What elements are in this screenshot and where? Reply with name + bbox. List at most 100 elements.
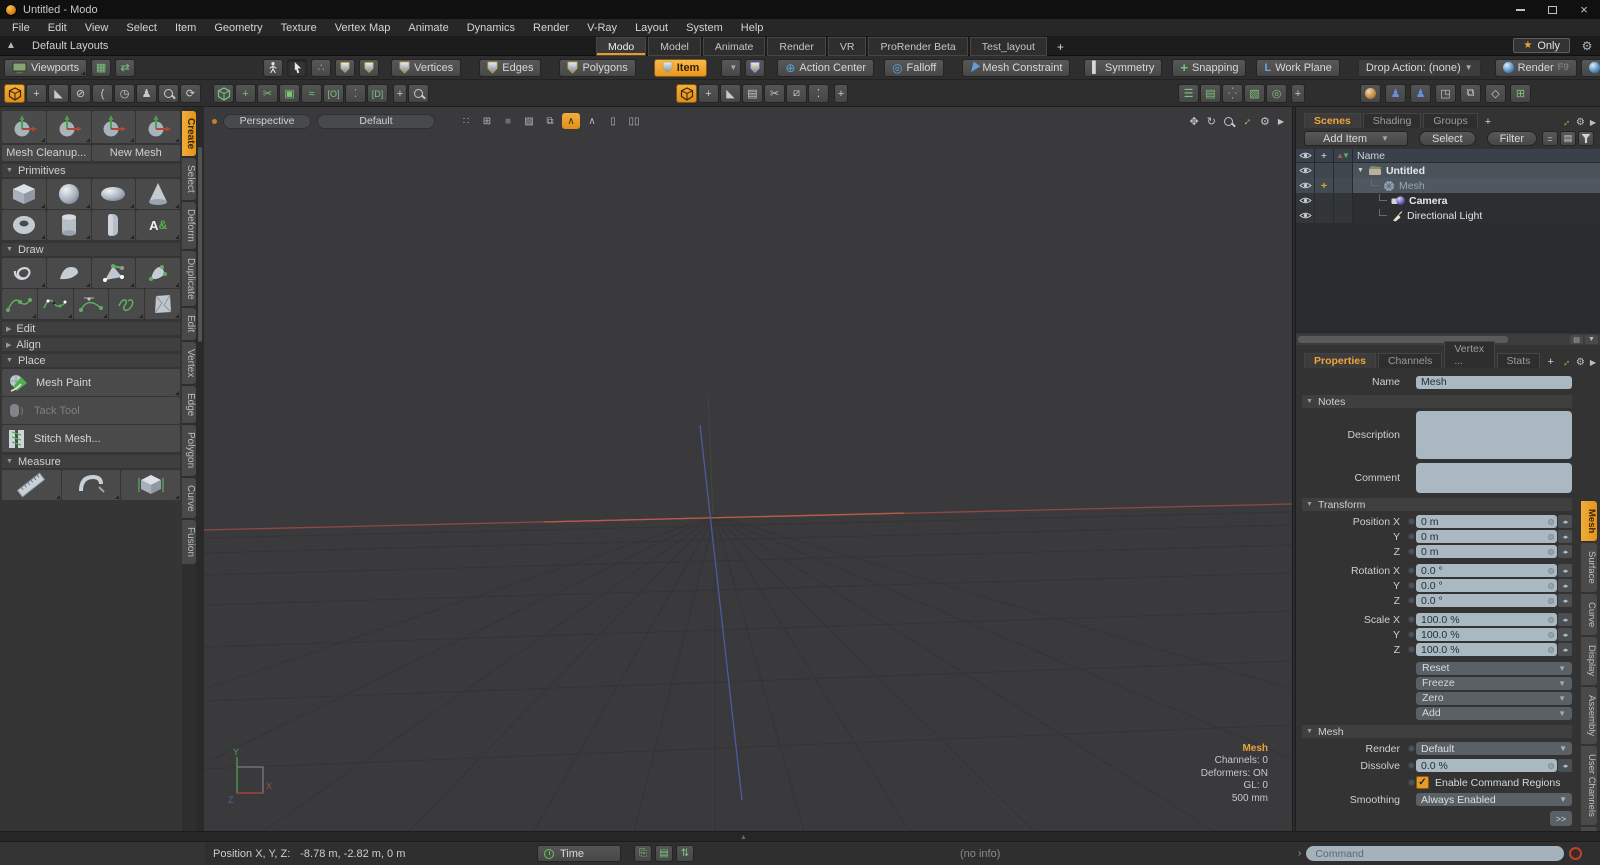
diamond-button[interactable]: ◇ [1485,84,1506,103]
select-child-button[interactable]: ∴ [311,59,331,77]
position-x-field[interactable]: 0 m [1416,515,1557,528]
layout-tab-test-layout[interactable]: Test_layout [970,37,1047,56]
collapse-up-icon[interactable]: ▲ [6,40,16,51]
item-name[interactable]: Directional Light [1407,210,1482,222]
stamp-tool-button[interactable]: ♟ [136,84,157,103]
maximize-button[interactable] [1536,0,1568,19]
vertices-mode-button[interactable]: Vertices [391,59,461,77]
cut-tool-button[interactable]: ✂ [257,84,278,103]
more-options-button[interactable]: >> [1550,811,1572,826]
spiral-tool-button[interactable] [2,258,46,288]
add-tool-button[interactable]: + [393,84,407,103]
channel-dot[interactable] [1408,762,1415,769]
timeline-collapse-strip[interactable]: ▲ [0,831,1600,841]
rotate-gizmo-button[interactable] [92,111,136,143]
tool-search-button[interactable] [408,84,429,103]
edges-mode-button[interactable]: Edges [479,59,541,77]
gl-move-button[interactable]: + [698,84,719,103]
name-field[interactable]: Mesh [1416,376,1572,389]
sketch-tool-button[interactable] [38,289,73,319]
sidebar-tab-polygon[interactable]: Polygon [182,425,196,475]
dissolve-stepper[interactable]: ◂▸ [1558,759,1572,772]
rotate-tool-button[interactable]: ⊘ [70,84,91,103]
paint-sphere-button[interactable] [1360,84,1381,103]
item-row-directional-light[interactable]: Directional Light [1296,208,1600,223]
snapping-button[interactable]: + Snapping [1172,59,1246,77]
panel-menu-arrow-icon[interactable]: ▶ [1590,118,1596,127]
side-tab-curve[interactable]: Curve [1581,594,1597,635]
shield-mode-button-1[interactable] [335,59,355,77]
double-cylinder-icon[interactable]: ▯▯ [625,113,643,129]
polygon-pen-tool-button[interactable] [92,258,136,288]
command-input[interactable]: Command [1306,846,1564,861]
layout-tab-modo[interactable]: Modo [596,37,646,56]
bezier-tool-button[interactable] [74,289,109,319]
transform-tool-button[interactable]: ◣ [48,84,69,103]
list-style-button[interactable]: ▤ [1570,335,1583,344]
cube-tool-button[interactable] [213,84,234,103]
curve-falloff-button[interactable]: ≈ [301,84,322,103]
position-x-stepper[interactable]: ◂▸ [1558,515,1572,528]
gl-corner-button[interactable]: ◣ [720,84,741,103]
time-button[interactable]: Time [537,845,621,862]
falloff-button[interactable]: ◎ Falloff [884,59,944,77]
mesh-cleanup-button[interactable]: Mesh Cleanup... [2,145,91,161]
name-column-header[interactable]: Name [1353,149,1600,162]
measure-section-header[interactable]: ▼ Measure [2,455,180,468]
primitive-cone-button[interactable] [136,179,180,209]
pan-icon[interactable]: ✥ [1190,115,1199,128]
scale-gizmo-button[interactable] [136,111,180,143]
item-name[interactable]: Camera [1409,195,1448,207]
select-button[interactable]: Select [1419,131,1476,146]
rotation-y-stepper[interactable]: ◂▸ [1558,579,1572,592]
gl-page-button[interactable]: ▤ [742,84,763,103]
item-row-camera[interactable]: Camera [1296,193,1600,208]
reset-tool-button[interactable]: ⟳ [180,84,201,103]
cube-pencil-button[interactable]: ◳ [1435,84,1456,103]
rotation-z-stepper[interactable]: ◂▸ [1558,594,1572,607]
menu-layout[interactable]: Layout [626,19,677,36]
scale-y-stepper[interactable]: ◂▸ [1558,628,1572,641]
blue-item-button-1[interactable]: ♟ [1385,84,1406,103]
render-button[interactable]: Render F9 [1495,59,1577,77]
comment-field[interactable] [1416,463,1572,493]
select-cursor-button[interactable] [287,59,307,77]
mesh-constraint-button[interactable]: Mesh Constraint [962,59,1070,77]
add-column-header[interactable]: + [1315,149,1334,162]
keyframe-button[interactable]: ⎘ [634,845,652,862]
gl-cube-button[interactable] [676,84,697,103]
menu-help[interactable]: Help [732,19,773,36]
freeze-button[interactable]: Freeze▼ [1416,677,1572,690]
visibility-column-header[interactable] [1296,149,1315,162]
mesh-paint-button[interactable]: Mesh Paint [2,369,180,396]
orbit-icon[interactable]: ↻ [1207,115,1216,128]
layout-tab-vr[interactable]: VR [828,37,867,56]
menu-system[interactable]: System [677,19,732,36]
zoom-icon[interactable] [1224,117,1233,126]
add-scene-tab-button[interactable]: + [1480,116,1496,128]
inspect-icon[interactable]: ∧ [583,113,601,129]
visibility-eye-button[interactable] [1296,163,1315,178]
scale-x-stepper[interactable]: ◂▸ [1558,613,1572,626]
move-tool-button[interactable]: + [26,84,47,103]
cube-link-button[interactable]: ⧉ [1460,84,1481,103]
notes-section-header[interactable]: ▼ Notes [1302,395,1572,408]
menu-file[interactable]: File [3,19,39,36]
action-center-button[interactable]: ⊕ Action Center [777,59,874,77]
projection-dropdown[interactable]: Perspective [223,114,311,129]
layout-tab-render[interactable]: Render [767,37,825,56]
record-button[interactable]: ◎ [1266,84,1287,103]
channel-dot[interactable] [1408,745,1415,752]
item-name[interactable]: Mesh [1399,180,1425,192]
command-history-icon[interactable] [1569,847,1582,860]
place-section-header[interactable]: ▼ Place [2,354,180,367]
scrollbar-handle[interactable] [198,147,202,342]
menu-view[interactable]: View [76,19,118,36]
channel-dot[interactable] [1408,646,1415,653]
sidebar-tab-edit[interactable]: Edit [182,308,196,339]
menu-vertex-map[interactable]: Vertex Map [326,19,400,36]
panel-gear-icon[interactable]: ⚙ [1576,357,1585,368]
add-cell[interactable]: + [1315,178,1334,193]
list-filter-button[interactable] [1578,131,1594,146]
layers-button[interactable]: ▤ [1200,84,1221,103]
